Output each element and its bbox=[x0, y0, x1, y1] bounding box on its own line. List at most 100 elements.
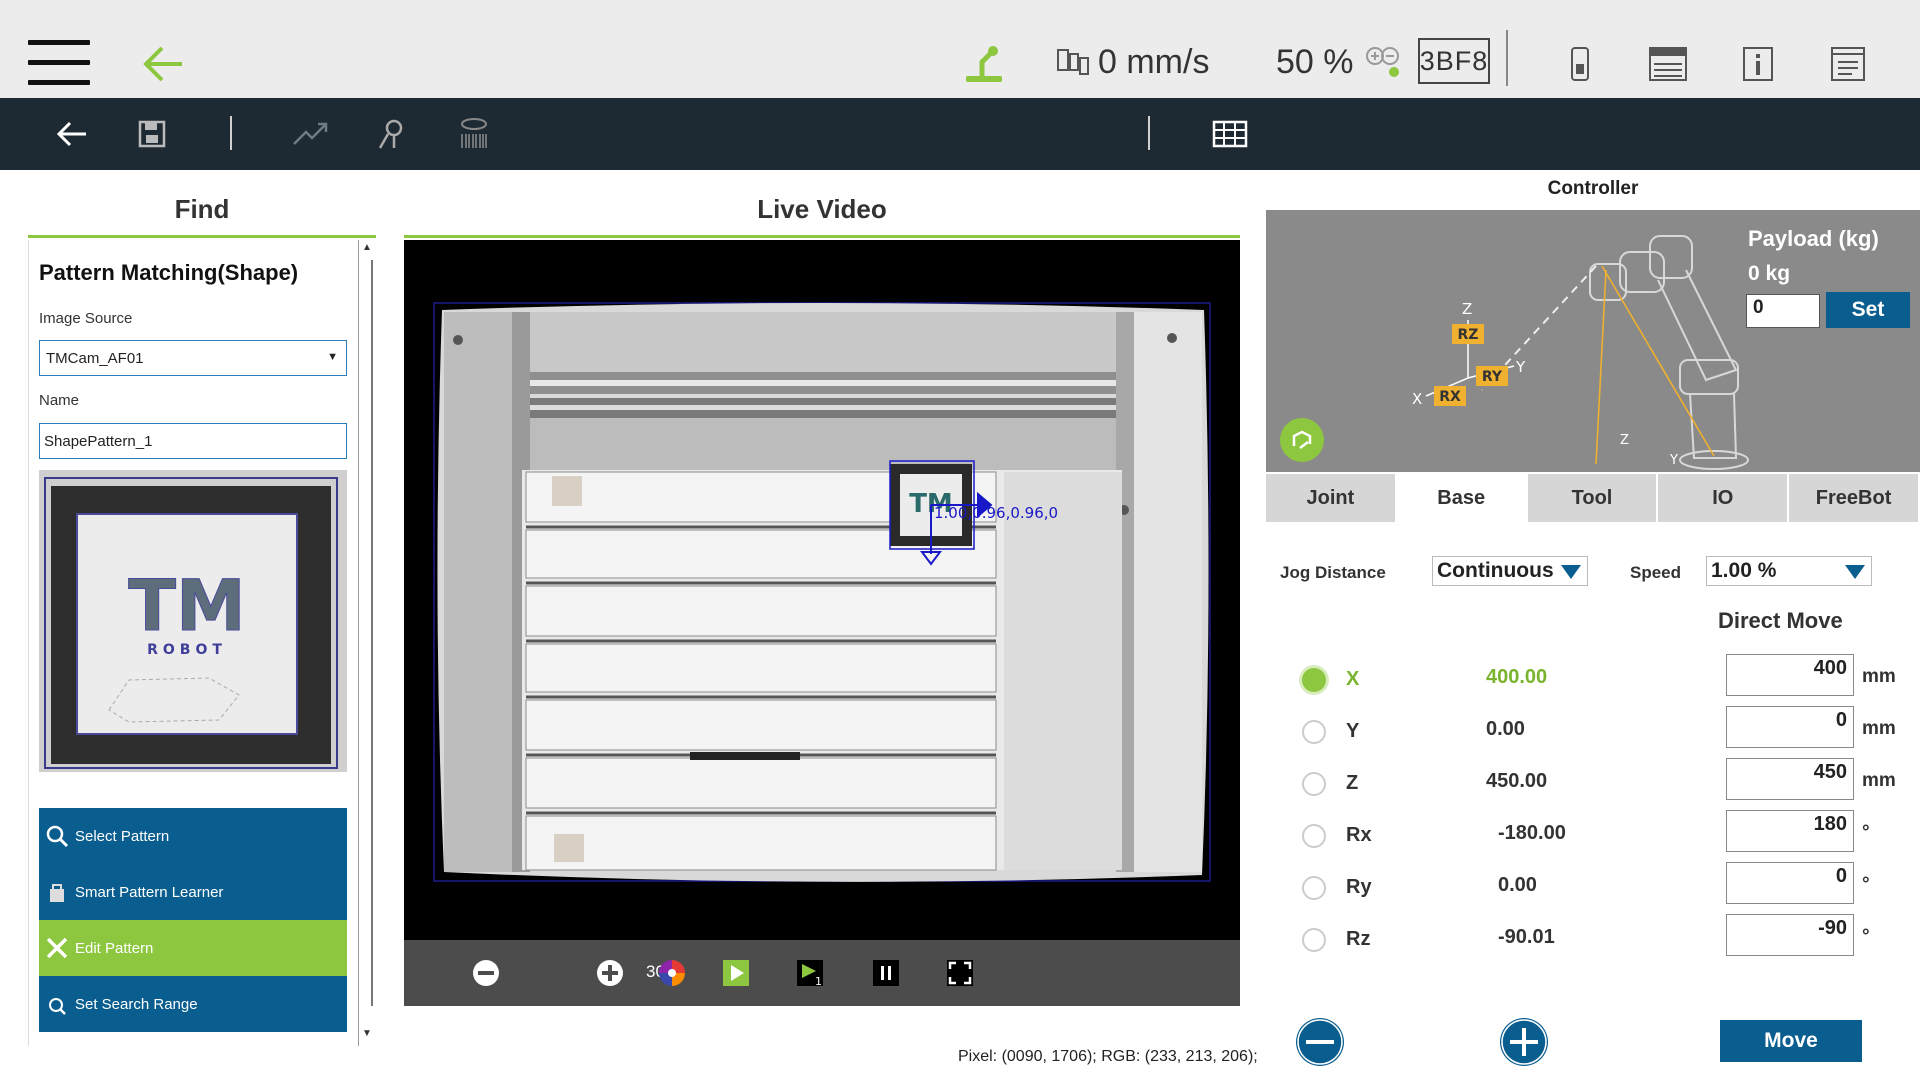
axis-y-unit: mm bbox=[1862, 718, 1896, 739]
jog-distance-label: Jog Distance bbox=[1280, 563, 1386, 582]
pattern-thumbnail: TM ROBOT bbox=[39, 470, 347, 772]
step-play-icon[interactable]: 1 bbox=[794, 957, 826, 989]
axis-rz-unit: ° bbox=[1862, 926, 1870, 947]
base-axis-z-label: Z bbox=[1620, 433, 1629, 448]
direct-move-rz-input[interactable]: -90 bbox=[1726, 914, 1854, 956]
jog-speed-value: 1.00 % bbox=[1711, 559, 1777, 582]
edit-pattern-label: Edit Pattern bbox=[75, 939, 154, 957]
chevron-down-icon bbox=[1561, 565, 1581, 579]
scroll-down-icon[interactable]: ▼ bbox=[361, 1028, 373, 1042]
toolbar-back-icon[interactable] bbox=[52, 114, 92, 154]
ry-badge: RY bbox=[1482, 369, 1503, 385]
speed-adjust-icon[interactable] bbox=[1364, 44, 1402, 80]
set-search-range-label: Set Search Range bbox=[75, 995, 198, 1013]
axis-ry-unit: ° bbox=[1862, 874, 1870, 895]
axis-rz-name: Rz bbox=[1346, 928, 1371, 950]
menu-icon[interactable] bbox=[28, 40, 90, 86]
tab-base[interactable]: Base bbox=[1396, 474, 1528, 522]
top-status-bar: 0 mm/s 50 % 3BF8 bbox=[0, 0, 1920, 98]
robot-view: Z Y X RZ RY RX Z Y Payload (kg) 0 kg 0 S… bbox=[1266, 210, 1920, 472]
tab-io[interactable]: IO bbox=[1658, 474, 1790, 522]
jog-plus-button[interactable] bbox=[1500, 1018, 1548, 1066]
tab-tool[interactable]: Tool bbox=[1527, 474, 1659, 522]
payload-value: 0 kg bbox=[1748, 262, 1791, 285]
save-icon[interactable] bbox=[132, 114, 172, 154]
find-scrollbar[interactable]: ▲ ▼ bbox=[358, 240, 374, 1046]
smart-pattern-learner-label: Smart Pattern Learner bbox=[75, 883, 224, 901]
direct-move-z-input[interactable]: 450 bbox=[1726, 758, 1854, 800]
live-video-panel: Live Video 1.00,0.96,0.96,0 1 bbox=[404, 184, 1240, 1006]
plus-icon bbox=[1501, 1019, 1547, 1065]
select-pattern-label: Select Pattern bbox=[75, 827, 170, 845]
speed-select[interactable]: 1.00 % bbox=[1706, 556, 1872, 586]
axis-rz-radio[interactable] bbox=[1302, 928, 1326, 952]
log-icon[interactable] bbox=[1826, 42, 1870, 86]
toolbar-separator bbox=[230, 116, 232, 150]
direct-move-x-input[interactable]: 400 bbox=[1726, 654, 1854, 696]
axis-y-radio[interactable] bbox=[1302, 720, 1326, 744]
axis-rx-radio[interactable] bbox=[1302, 824, 1326, 848]
name-input[interactable]: ShapePattern_1 bbox=[39, 423, 347, 459]
direct-move-ry-input[interactable]: 0 bbox=[1726, 862, 1854, 904]
grid-table-icon[interactable] bbox=[1210, 114, 1250, 154]
direct-move-rx-input[interactable]: 180 bbox=[1726, 810, 1854, 852]
live-video-header: Live Video bbox=[404, 184, 1240, 238]
speed-icon bbox=[1057, 49, 1089, 75]
camera-view[interactable]: TM 1.00,0.96,0.96,0 bbox=[404, 240, 1240, 940]
axis-row-ry: Ry 0.00 0 ° bbox=[1266, 862, 1920, 908]
jog-mode-tabs: Joint Base Tool IO FreeBot bbox=[1266, 474, 1920, 522]
fit-screen-icon[interactable] bbox=[944, 957, 976, 989]
tab-joint[interactable]: Joint bbox=[1266, 474, 1397, 522]
zoom-out-icon[interactable] bbox=[470, 957, 502, 989]
axis-z-radio[interactable] bbox=[1302, 772, 1326, 796]
image-source-label: Image Source bbox=[39, 310, 133, 327]
speed-readout: 0 mm/s bbox=[1056, 38, 1209, 86]
image-source-select[interactable]: TMCam_AF01 ▼ bbox=[39, 340, 347, 376]
keyboard-icon[interactable] bbox=[1646, 42, 1690, 86]
find-panel: Find Pattern Matching(Shape) Image Sourc… bbox=[28, 184, 376, 1050]
jog-minus-button[interactable] bbox=[1296, 1018, 1344, 1066]
zoom-in-icon[interactable] bbox=[594, 957, 626, 989]
info-icon[interactable] bbox=[1736, 42, 1780, 86]
back-arrow-icon[interactable] bbox=[142, 42, 186, 86]
axis-ry-name: Ry bbox=[1346, 876, 1372, 898]
axis-x-name: X bbox=[1346, 668, 1360, 690]
select-pattern-button[interactable]: Select Pattern bbox=[39, 808, 347, 864]
minus-icon bbox=[1297, 1019, 1343, 1065]
freedrive-button[interactable] bbox=[1280, 418, 1324, 462]
scroll-thumb[interactable] bbox=[361, 260, 373, 1006]
trend-icon[interactable] bbox=[290, 114, 330, 154]
axis-rx-value: -180.00 bbox=[1498, 822, 1566, 844]
chevron-down-icon bbox=[1845, 565, 1865, 579]
name-label: Name bbox=[39, 392, 80, 409]
percent-readout: 50 % bbox=[1276, 38, 1402, 86]
axis-ry-radio[interactable] bbox=[1302, 876, 1326, 900]
scroll-up-icon[interactable]: ▲ bbox=[361, 242, 373, 256]
barcode-icon[interactable] bbox=[454, 114, 494, 154]
pendant-icon[interactable] bbox=[1558, 42, 1602, 86]
payload-input[interactable]: 0 bbox=[1746, 294, 1820, 328]
axis-x-radio[interactable] bbox=[1302, 668, 1326, 692]
axis-z-name: Z bbox=[1346, 772, 1359, 794]
tab-freebot[interactable]: FreeBot bbox=[1789, 474, 1920, 522]
pause-icon[interactable] bbox=[870, 957, 902, 989]
set-payload-button[interactable]: Set bbox=[1826, 292, 1910, 328]
set-search-range-button[interactable]: Set Search Range bbox=[39, 976, 347, 1032]
locate-icon[interactable] bbox=[372, 114, 412, 154]
play-icon[interactable] bbox=[720, 957, 752, 989]
axis-z-unit: mm bbox=[1862, 770, 1896, 791]
robot-status-icon[interactable] bbox=[962, 42, 1006, 86]
axis-rx-unit: ° bbox=[1862, 822, 1870, 843]
move-button[interactable]: Move bbox=[1720, 1020, 1862, 1062]
controller-title: Controller bbox=[1547, 178, 1639, 199]
direct-move-y-input[interactable]: 0 bbox=[1726, 706, 1854, 748]
smart-pattern-learner-button[interactable]: Smart Pattern Learner bbox=[39, 864, 347, 920]
hand-guide-icon bbox=[1292, 430, 1312, 449]
pixel-info: Pixel: (0090, 1706); RGB: (233, 213, 206… bbox=[958, 1048, 1258, 1065]
image-source-value: TMCam_AF01 bbox=[46, 349, 144, 367]
jog-distance-select[interactable]: Continuous bbox=[1432, 556, 1588, 586]
rz-badge: RZ bbox=[1458, 327, 1479, 343]
speed-percent: 50 % bbox=[1276, 42, 1354, 81]
color-wheel-icon[interactable] bbox=[656, 957, 688, 989]
edit-pattern-button[interactable]: Edit Pattern bbox=[39, 920, 347, 976]
